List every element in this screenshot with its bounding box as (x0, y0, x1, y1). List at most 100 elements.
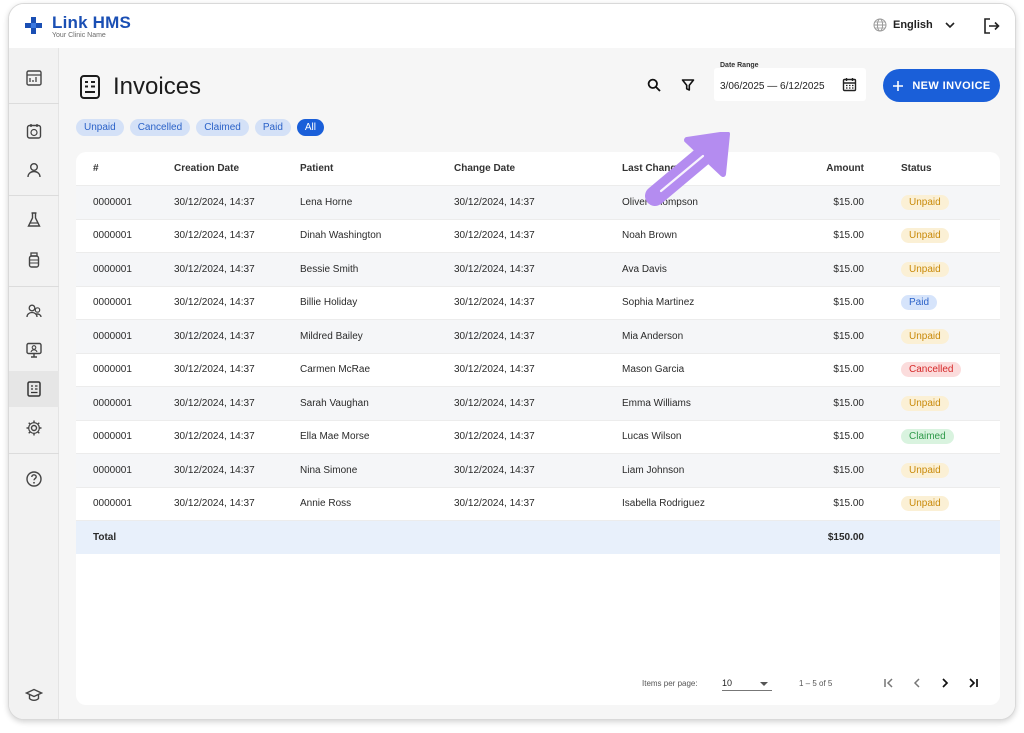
cell-status: Unpaid (901, 387, 949, 420)
date-range-picker[interactable]: Date Range 3/06/2025 — 6/12/2025 (714, 62, 866, 101)
table-row[interactable]: 0000001 30/12/2024, 14:37 Dinah Washington… (76, 218, 1000, 253)
status-badge: Cancelled (901, 362, 962, 378)
date-range-value: 3/06/2025 — 6/12/2025 (720, 81, 825, 92)
cell-creation-date: 30/12/2024, 14:37 (174, 196, 255, 208)
medication-icon (28, 252, 40, 268)
logo[interactable]: Link HMS Your Clinic Name (24, 14, 131, 40)
logo-title: Link HMS (52, 13, 132, 32)
cell-invoice-number: 0000001 (93, 498, 132, 510)
table-row[interactable]: 0000001 30/12/2024, 14:37 Lena Horne 30/12/… (76, 185, 1000, 219)
filter-button[interactable] (677, 74, 699, 96)
language-selector[interactable]: English (873, 18, 957, 32)
new-invoice-button[interactable]: NEW INVOICE (883, 69, 1000, 102)
table-row[interactable]: 0000001 30/12/2024, 14:37 Bessie Smith 30/1… (76, 252, 1000, 286)
sidebar-item-staff[interactable] (9, 293, 59, 329)
total-amount: $150.00 (827, 531, 864, 543)
cell-status: Unpaid (901, 186, 949, 219)
column-header-status[interactable]: Status (901, 152, 932, 185)
chip-cancelled[interactable]: Cancelled (129, 119, 191, 136)
table-row[interactable]: 0000001 30/12/2024, 14:37 Ella Mae Morse 30… (76, 419, 1000, 454)
sidebar-item-dashboard[interactable] (9, 60, 59, 96)
cell-last-change-by: Lucas Wilson (622, 431, 682, 443)
help-icon (26, 471, 42, 487)
table-row[interactable]: 0000001 30/12/2024, 14:37 Nina Simone 30/12… (76, 453, 1000, 487)
table-row[interactable]: 0000001 30/12/2024, 14:37 Annie Ross 30/12/… (76, 486, 1000, 521)
top-bar: Link HMS Your Clinic Name English (9, 4, 1015, 48)
items-per-page-select[interactable]: 10 (722, 674, 772, 691)
cell-creation-date: 30/12/2024, 14:37 (174, 263, 255, 275)
cell-invoice-number: 0000001 (93, 330, 132, 342)
cell-patient: Bessie Smith (300, 263, 359, 275)
status-badge: Unpaid (901, 395, 949, 411)
cell-status: Unpaid (901, 320, 949, 353)
new-invoice-label: NEW INVOICE (912, 79, 991, 92)
logout-icon[interactable] (982, 17, 1000, 35)
sidebar-item-telemedicine[interactable] (9, 332, 59, 368)
sidebar-item-settings[interactable] (9, 410, 59, 446)
cell-creation-date: 30/12/2024, 14:37 (174, 230, 255, 242)
sidebar-item-invoices[interactable] (9, 371, 59, 407)
cell-last-change-by: Mia Anderson (622, 330, 684, 342)
cell-status: Unpaid (901, 454, 949, 487)
invoices-table: # Creation Date Patient Change Date Last… (76, 152, 1000, 705)
column-header-creation-date[interactable]: Creation Date (174, 152, 239, 185)
status-badge: Unpaid (901, 496, 949, 512)
cell-creation-date: 30/12/2024, 14:37 (174, 431, 255, 443)
previous-page-button[interactable] (908, 674, 926, 692)
table-row[interactable]: 0000001 30/12/2024, 14:37 Carmen McRae 30/1… (76, 352, 1000, 387)
next-page-button[interactable] (936, 674, 954, 692)
cell-amount: $15.00 (833, 498, 864, 510)
chip-unpaid[interactable]: Unpaid (76, 119, 124, 136)
table-total-row: Total $150.00 (76, 520, 1000, 554)
date-range-label: Date Range (720, 62, 759, 69)
cell-change-date: 30/12/2024, 14:37 (454, 263, 535, 275)
sidebar-item-lab[interactable] (9, 202, 59, 238)
cell-amount: $15.00 (833, 397, 864, 409)
chevron-right-icon (942, 678, 949, 688)
status-badge: Claimed (901, 429, 954, 445)
column-header-amount[interactable]: Amount (814, 152, 864, 185)
cell-change-date: 30/12/2024, 14:37 (454, 498, 535, 510)
chip-claimed[interactable]: Claimed (196, 119, 249, 136)
column-header-change-date[interactable]: Change Date (454, 152, 515, 185)
search-icon (647, 78, 661, 92)
globe-icon (873, 18, 887, 32)
cell-invoice-number: 0000001 (93, 431, 132, 443)
sidebar-item-learning[interactable] (9, 677, 59, 713)
invoices-icon (27, 381, 41, 397)
cell-patient: Nina Simone (300, 464, 358, 476)
chip-all[interactable]: All (296, 119, 325, 136)
calendar-icon[interactable] (842, 77, 857, 92)
first-page-button[interactable] (880, 674, 898, 692)
sidebar-item-medication[interactable] (9, 242, 59, 278)
cell-amount: $15.00 (833, 431, 864, 443)
cell-change-date: 30/12/2024, 14:37 (454, 196, 535, 208)
search-button[interactable] (643, 74, 665, 96)
column-header-number[interactable]: # (93, 152, 99, 185)
cell-last-change-by: Ava Davis (622, 263, 667, 275)
table-row[interactable]: 0000001 30/12/2024, 14:37 Sarah Vaughan 30/… (76, 386, 1000, 420)
table-header: # Creation Date Patient Change Date Last… (76, 152, 1000, 185)
cell-last-change-by: Isabella Rodriguez (622, 498, 705, 510)
chip-paid[interactable]: Paid (254, 119, 291, 136)
invoice-document-icon (80, 75, 100, 99)
pagination: Items per page: 10 1 – 5 of 5 (76, 667, 1000, 697)
cell-change-date: 30/12/2024, 14:37 (454, 364, 535, 376)
chevron-left-icon (913, 678, 920, 688)
sidebar-item-appointments[interactable] (9, 113, 59, 149)
column-header-patient[interactable]: Patient (300, 152, 333, 185)
cell-amount: $15.00 (833, 364, 864, 376)
language-label: English (893, 19, 933, 31)
cell-change-date: 30/12/2024, 14:37 (454, 230, 535, 242)
cell-patient: Carmen McRae (300, 364, 371, 376)
table-row[interactable]: 0000001 30/12/2024, 14:37 Billie Holiday 30… (76, 285, 1000, 320)
cell-last-change-by: Noah Brown (622, 230, 678, 242)
sidebar-item-patients[interactable] (9, 152, 59, 188)
status-badge: Paid (901, 295, 938, 311)
cell-patient: Annie Ross (300, 498, 352, 510)
staff-icon (26, 304, 42, 318)
table-row[interactable]: 0000001 30/12/2024, 14:37 Mildred Bailey 30… (76, 319, 1000, 353)
sidebar-item-help[interactable] (9, 461, 59, 497)
cell-creation-date: 30/12/2024, 14:37 (174, 364, 255, 376)
last-page-button[interactable] (964, 674, 982, 692)
